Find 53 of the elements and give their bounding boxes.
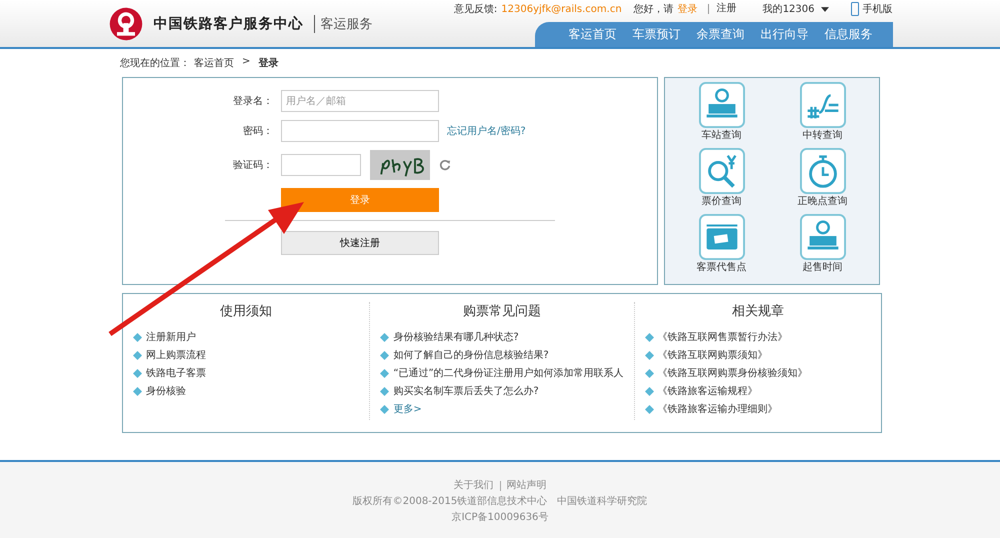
breadcrumb-link[interactable]: 客运首页 bbox=[194, 56, 234, 70]
field-label: 密码： bbox=[242, 124, 273, 138]
section-title: 客运服务 bbox=[314, 14, 372, 32]
quick-link[interactable]: 车站查询 bbox=[671, 82, 772, 148]
info-link[interactable]: 身份核验 bbox=[146, 384, 186, 398]
quick-link[interactable]: 中转查询 bbox=[772, 82, 873, 148]
site-title: 中国铁路客户服务中心 bbox=[154, 14, 304, 32]
info-link[interactable]: 铁路电子客票 bbox=[146, 366, 206, 380]
info-link[interactable]: 网上购票流程 bbox=[146, 348, 206, 362]
section-heading: 购票常见问题 bbox=[462, 303, 542, 320]
quick-link[interactable]: 票价查询 bbox=[671, 148, 772, 214]
info-link[interactable]: 身份核验结果有哪几种状态? bbox=[393, 330, 519, 344]
feedback-label: 意见反馈: bbox=[454, 2, 498, 16]
quick-link[interactable]: 客票代售点 bbox=[671, 214, 772, 280]
icp-text: 京ICP备10009636号 bbox=[450, 510, 550, 525]
quick-link[interactable]: 起售时间 bbox=[772, 214, 873, 280]
section-heading: 相关规章 bbox=[730, 303, 785, 320]
info-link[interactable]: “已通过”的二代身份证注册用户如何添加常用联系人 bbox=[393, 366, 624, 380]
field-label: 验证码： bbox=[232, 159, 273, 172]
password-field[interactable] bbox=[281, 120, 439, 142]
breadcrumb-separator: > bbox=[242, 56, 250, 69]
info-link[interactable]: 《铁路旅客运输规程》 bbox=[658, 384, 758, 398]
station-icon bbox=[698, 82, 744, 128]
info-link[interactable]: 《铁路互联网购票须知》 bbox=[658, 348, 768, 362]
greeting-text: 您好，请 bbox=[634, 2, 674, 16]
info-link[interactable]: 注册新用户 bbox=[146, 330, 196, 344]
breadcrumb-label: 您现在的位置： bbox=[120, 56, 190, 70]
username-field[interactable]: 用户名／邮箱 bbox=[281, 90, 439, 112]
magnifier-yen-icon bbox=[698, 148, 744, 194]
railway-logo bbox=[108, 6, 144, 42]
info-link[interactable]: 《铁路互联网购票身份核验须知》 bbox=[658, 366, 808, 380]
stopwatch-icon bbox=[800, 148, 846, 194]
refresh-icon[interactable] bbox=[439, 159, 451, 171]
quick-link[interactable]: 正晚点查询 bbox=[772, 148, 873, 214]
my-account-menu[interactable]: 我的12306 bbox=[762, 2, 828, 16]
info-link[interactable]: 如何了解自己的身份信息核验结果? bbox=[393, 348, 549, 362]
station-icon bbox=[800, 214, 846, 260]
field-label: 登录名： bbox=[232, 95, 273, 108]
ticket-icon bbox=[698, 214, 744, 260]
section-heading: 使用须知 bbox=[219, 303, 274, 320]
mobile-link[interactable]: 手机版 bbox=[850, 2, 892, 16]
register-link[interactable]: 注册 bbox=[708, 4, 737, 14]
register-button[interactable]: 快速注册 bbox=[281, 231, 439, 255]
info-link[interactable]: 《铁路旅客运输办理细则》 bbox=[658, 402, 778, 416]
captcha-field[interactable] bbox=[281, 154, 361, 176]
more-link[interactable]: 更多> bbox=[393, 402, 422, 416]
breadcrumb-current: 登录 bbox=[258, 56, 278, 70]
forgot-password-link[interactable]: 忘记用户名/密码? bbox=[447, 124, 526, 138]
info-link[interactable]: 《铁路互联网售票暂行办法》 bbox=[658, 330, 788, 344]
copyright-text: 版权所有©2008-2015铁道部信息技术中心 中国铁道科学研究院 bbox=[352, 494, 648, 509]
track-icon bbox=[800, 82, 846, 128]
info-link[interactable]: 购买实名制车票后丢失了怎么办? bbox=[393, 384, 539, 398]
caret-icon bbox=[820, 6, 828, 12]
